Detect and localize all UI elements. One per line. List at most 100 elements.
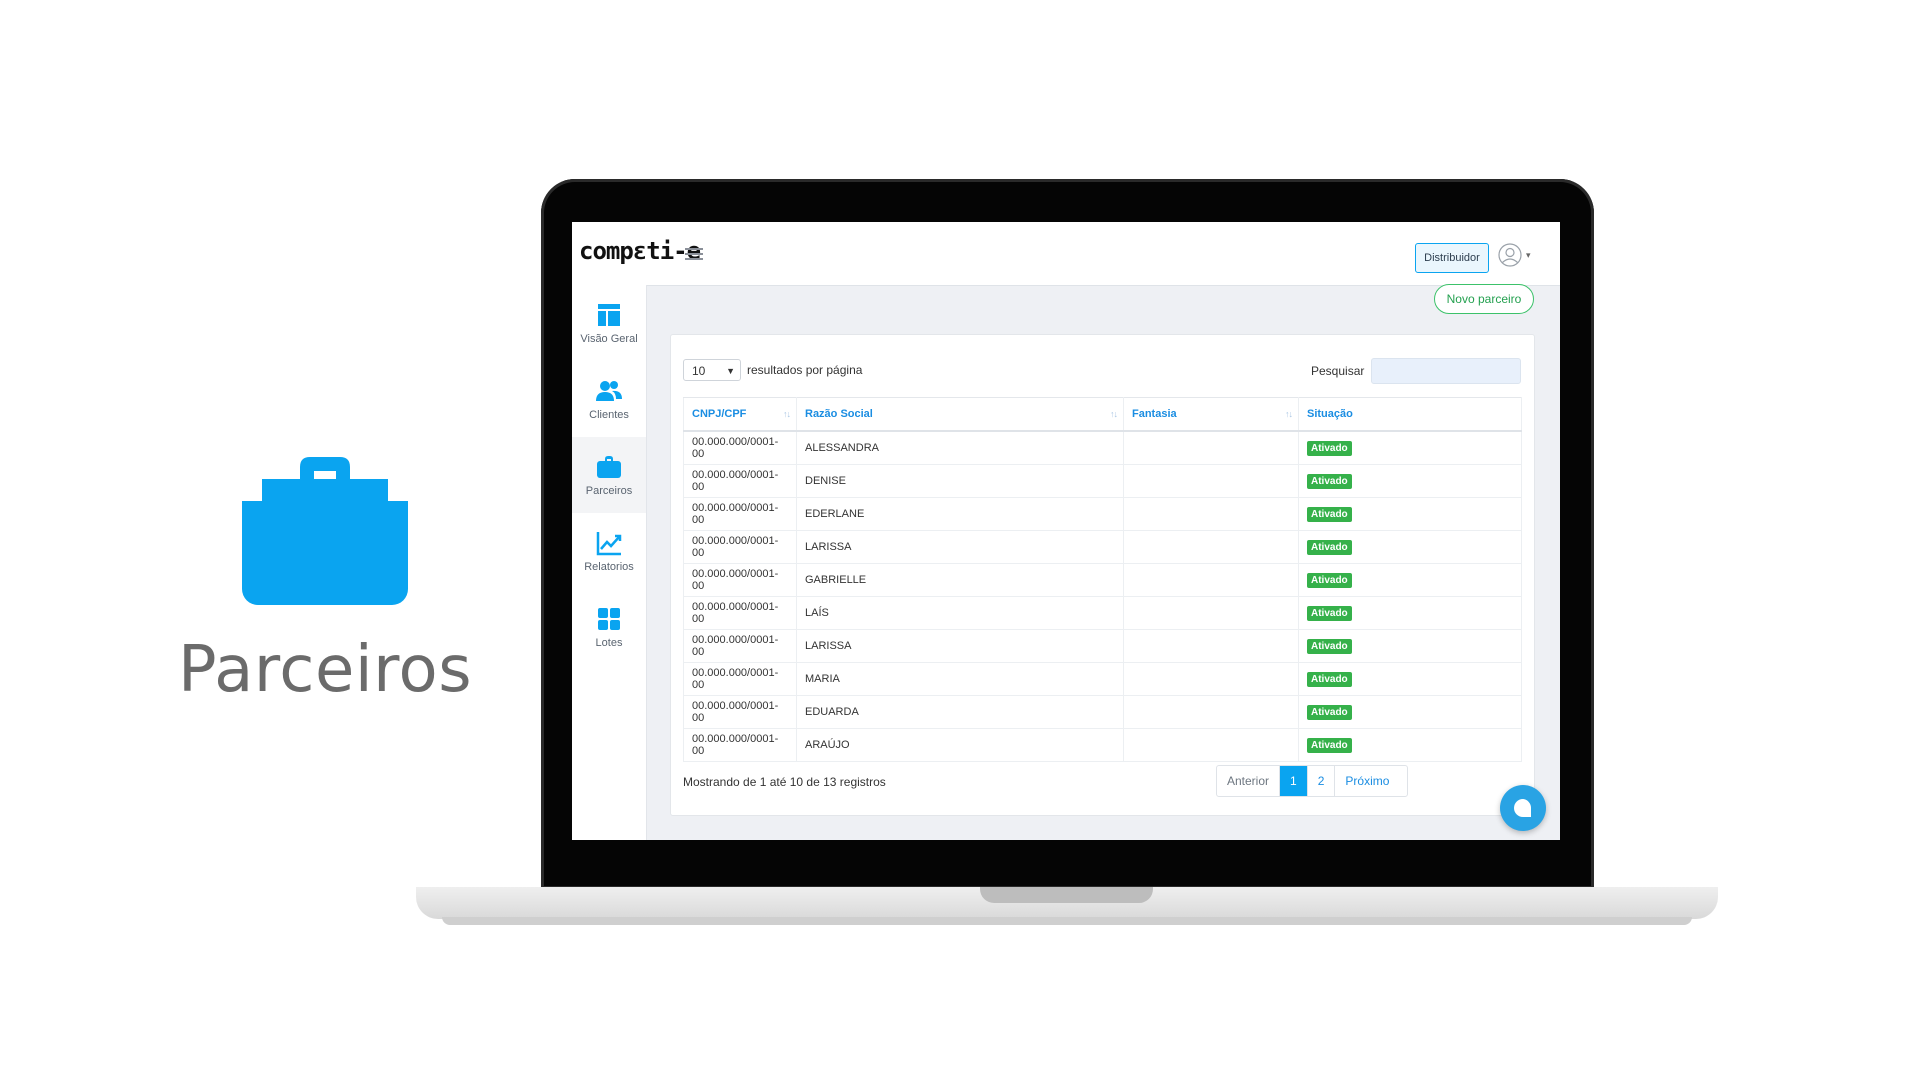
briefcase-icon xyxy=(595,453,623,481)
table-row[interactable]: 00.000.000/0001-00 EDUARDA Ativado xyxy=(683,695,1522,729)
search-label: Pesquisar xyxy=(1311,364,1365,378)
cell-razao-social: ALESSANDRA xyxy=(796,431,1124,465)
status-badge: Ativado xyxy=(1307,539,1352,555)
cell-razao-social: LARISSA xyxy=(796,530,1124,564)
table-row[interactable]: 00.000.000/0001-00 DENISE Ativado xyxy=(683,464,1522,498)
table-row[interactable]: 00.000.000/0001-00 GABRIELLE Ativado xyxy=(683,563,1522,597)
chat-button[interactable] xyxy=(1500,785,1546,831)
status-badge: Ativado xyxy=(1307,671,1352,687)
cell-fantasia xyxy=(1123,497,1299,531)
status-badge: Ativado xyxy=(1307,638,1352,654)
table-row[interactable]: 00.000.000/0001-00 MARIA Ativado xyxy=(683,662,1522,696)
menu-toggle-icon[interactable] xyxy=(685,248,703,260)
cell-cnpj: 00.000.000/0001-00 xyxy=(683,728,797,762)
chevron-down-icon: ▼ xyxy=(726,366,735,376)
cell-cnpj: 00.000.000/0001-00 xyxy=(683,596,797,630)
column-label: Razão Social xyxy=(805,408,873,420)
briefcase-icon xyxy=(242,455,408,605)
status-badge: Ativado xyxy=(1307,605,1352,621)
column-label: CNPJ/CPF xyxy=(692,408,747,420)
table-row[interactable]: 00.000.000/0001-00 ALESSANDRA Ativado xyxy=(683,431,1522,465)
pagination-next[interactable]: Próximo xyxy=(1335,766,1407,796)
table-row[interactable]: 00.000.000/0001-00 EDERLANE Ativado xyxy=(683,497,1522,531)
records-info: Mostrando de 1 até 10 de 13 registros xyxy=(683,775,886,789)
sidebar: Visão Geral Clientes Parceiros Relatorio… xyxy=(572,285,647,840)
new-partner-button[interactable]: Novo parceiro xyxy=(1434,284,1534,314)
cell-situacao: Ativado xyxy=(1298,629,1522,663)
cell-cnpj: 00.000.000/0001-00 xyxy=(683,662,797,696)
sidebar-item-label: Relatorios xyxy=(584,561,634,573)
page-size-value: 10 xyxy=(692,364,706,378)
status-badge: Ativado xyxy=(1307,440,1352,456)
app-logo[interactable]: compɛti-e xyxy=(579,237,701,265)
table-row[interactable]: 00.000.000/0001-00 LARISSA Ativado xyxy=(683,629,1522,663)
chat-icon xyxy=(1514,799,1532,817)
cell-situacao: Ativado xyxy=(1298,596,1522,630)
cell-situacao: Ativado xyxy=(1298,530,1522,564)
column-header-razao-social[interactable]: Razão Social ↑↓ xyxy=(796,397,1124,432)
cell-razao-social: MARIA xyxy=(796,662,1124,696)
search-input[interactable] xyxy=(1371,358,1521,384)
cell-fantasia xyxy=(1123,695,1299,729)
laptop-notch xyxy=(980,887,1153,903)
column-label: Fantasia xyxy=(1132,408,1177,420)
sidebar-item-parceiros[interactable]: Parceiros xyxy=(572,437,646,513)
table-row[interactable]: 00.000.000/0001-00 LARISSA Ativado xyxy=(683,530,1522,564)
partners-card: 10 ▼ resultados por página Pesquisar CNP… xyxy=(670,334,1535,816)
sort-icon: ↑↓ xyxy=(1110,409,1118,419)
app-screen: compɛti-e Distribuidor ▾ Visão Geral Cli… xyxy=(572,222,1560,840)
cell-situacao: Ativado xyxy=(1298,497,1522,531)
table-row[interactable]: 00.000.000/0001-00 LAÍS Ativado xyxy=(683,596,1522,630)
column-header-fantasia[interactable]: Fantasia ↑↓ xyxy=(1123,397,1299,432)
cell-razao-social: LAÍS xyxy=(796,596,1124,630)
cell-situacao: Ativado xyxy=(1298,563,1522,597)
cell-fantasia xyxy=(1123,464,1299,498)
sidebar-item-lotes[interactable]: Lotes xyxy=(572,589,646,665)
cell-razao-social: ARAÚJO xyxy=(796,728,1124,762)
laptop-base-shadow xyxy=(442,917,1692,925)
cell-cnpj: 00.000.000/0001-00 xyxy=(683,695,797,729)
pagination: Anterior 1 2 Próximo xyxy=(1216,765,1409,797)
cell-fantasia xyxy=(1123,530,1299,564)
distributor-button[interactable]: Distribuidor xyxy=(1415,243,1489,273)
grid-icon xyxy=(595,605,623,633)
layout-icon xyxy=(595,301,623,329)
status-badge: Ativado xyxy=(1307,704,1352,720)
column-header-cnpj[interactable]: CNPJ/CPF ↑↓ xyxy=(683,397,797,432)
cell-cnpj: 00.000.000/0001-00 xyxy=(683,629,797,663)
cell-fantasia xyxy=(1123,728,1299,762)
sidebar-item-label: Parceiros xyxy=(585,485,633,497)
cell-fantasia xyxy=(1123,596,1299,630)
cell-razao-social: DENISE xyxy=(796,464,1124,498)
table-header-row: CNPJ/CPF ↑↓ Razão Social ↑↓ Fantasia ↑↓ Sit… xyxy=(683,397,1522,432)
sidebar-item-label: Lotes xyxy=(595,637,623,649)
cell-situacao: Ativado xyxy=(1298,728,1522,762)
sort-icon: ↑↓ xyxy=(1285,409,1293,419)
chevron-down-icon[interactable]: ▾ xyxy=(1526,250,1531,261)
cell-situacao: Ativado xyxy=(1298,431,1522,465)
hero-title: Parceiros xyxy=(177,633,473,707)
sidebar-item-clientes[interactable]: Clientes xyxy=(572,361,646,437)
status-badge: Ativado xyxy=(1307,572,1352,588)
column-header-situacao[interactable]: Situação xyxy=(1298,397,1522,432)
sidebar-item-label: Visão Geral xyxy=(580,333,638,345)
sidebar-item-visao-geral[interactable]: Visão Geral xyxy=(572,285,646,361)
cell-cnpj: 00.000.000/0001-00 xyxy=(683,431,797,465)
user-avatar-icon[interactable] xyxy=(1498,243,1522,267)
status-badge: Ativado xyxy=(1307,473,1352,489)
sort-icon: ↑↓ xyxy=(783,409,791,419)
partners-table: CNPJ/CPF ↑↓ Razão Social ↑↓ Fantasia ↑↓ Sit… xyxy=(683,397,1522,762)
per-page-label: resultados por página xyxy=(747,363,863,377)
users-icon xyxy=(595,377,623,405)
pagination-page-2[interactable]: 2 xyxy=(1308,766,1336,796)
pagination-prev[interactable]: Anterior xyxy=(1217,766,1281,796)
cell-situacao: Ativado xyxy=(1298,662,1522,696)
table-row[interactable]: 00.000.000/0001-00 ARAÚJO Ativado xyxy=(683,728,1522,762)
cell-fantasia xyxy=(1123,563,1299,597)
pagination-page-1[interactable]: 1 xyxy=(1280,766,1308,796)
cell-fantasia xyxy=(1123,629,1299,663)
sidebar-item-relatorios[interactable]: Relatorios xyxy=(572,513,646,589)
page-size-select[interactable]: 10 ▼ xyxy=(683,359,741,381)
cell-cnpj: 00.000.000/0001-00 xyxy=(683,563,797,597)
cell-cnpj: 00.000.000/0001-00 xyxy=(683,464,797,498)
